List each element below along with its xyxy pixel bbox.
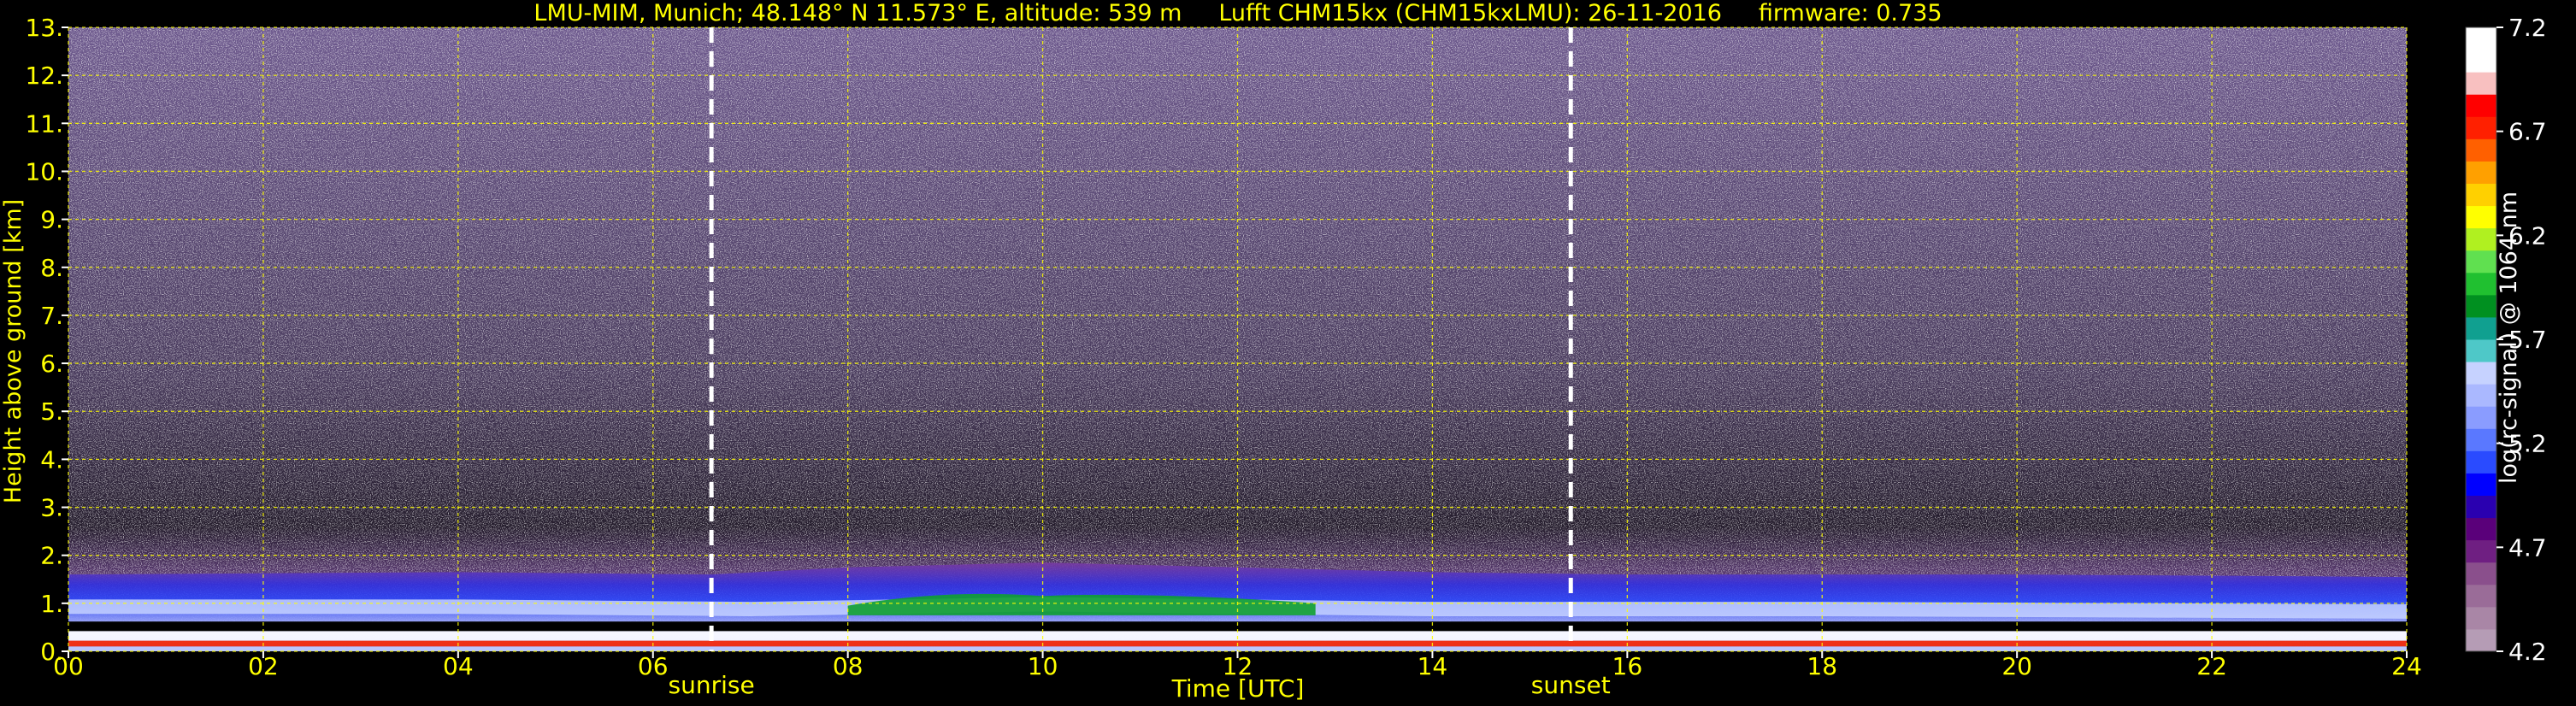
colorbar-segment <box>2466 628 2496 652</box>
y-axis-ticks: 0. 1. 2. 3. 4. 5. 6. 7. 8. 9. 10. 11. 12. 13. <box>25 14 68 666</box>
colorbar-segment <box>2466 205 2496 229</box>
y-tick-label: 13. <box>25 14 63 42</box>
x-tick-label: 14 <box>1418 652 1448 680</box>
x-tick-label: 16 <box>1612 652 1643 680</box>
x-tick-label: 06 <box>638 652 669 680</box>
y-axis-label: Height above ground [km] <box>0 199 27 503</box>
colorbar-label: log(rc-signal) @ 1064 nm <box>2496 191 2522 484</box>
y-tick-label: 12. <box>25 62 63 90</box>
colorbar-segment <box>2466 584 2496 608</box>
x-tick-label: 04 <box>443 652 474 680</box>
colorbar-segment <box>2466 606 2496 630</box>
colorbar-segment <box>2466 27 2496 50</box>
y-tick-label: 10. <box>25 157 63 185</box>
y-tick-label: 0. <box>40 638 63 666</box>
marker-sunset-label: sunset <box>1531 671 1611 699</box>
colorbar-tick-label: 6.7 <box>2508 118 2547 146</box>
plot-area: sunrise sunset <box>68 26 2408 699</box>
y-tick-label: 6. <box>40 350 63 378</box>
colorbar-segment <box>2466 339 2496 362</box>
colorbar-segment <box>2466 406 2496 429</box>
colorbar-tick-label: 7.2 <box>2508 14 2547 42</box>
y-tick-label: 8. <box>40 254 63 282</box>
colorbar-tick-label: 4.7 <box>2508 533 2547 562</box>
colorbar-segment <box>2466 294 2496 318</box>
x-axis-label: Time [UTC] <box>1171 674 1305 703</box>
colorbar-segment <box>2466 562 2496 585</box>
colorbar-segment <box>2466 50 2496 73</box>
x-tick-label: 18 <box>1807 652 1837 680</box>
y-tick-label: 7. <box>40 302 63 330</box>
x-tick-label: 02 <box>248 652 279 680</box>
y-tick-label: 3. <box>40 494 63 522</box>
colorbar-segment <box>2466 72 2496 95</box>
colorbar-segment <box>2466 161 2496 184</box>
y-tick-label: 4. <box>40 445 63 474</box>
colorbar-segment <box>2466 183 2496 207</box>
colorbar-segment <box>2466 428 2496 451</box>
marker-sunrise-label: sunrise <box>669 671 755 699</box>
y-tick-label: 5. <box>40 397 63 426</box>
colorbar-segment <box>2466 517 2496 541</box>
colorbar-segment <box>2466 362 2496 385</box>
ceilometer-chart: sunrise sunset 00 02 04 06 08 10 12 14 16 18 20 22 24… <box>0 0 2547 703</box>
colorbar-segment <box>2466 250 2496 274</box>
colorbar-segment <box>2466 539 2496 563</box>
colorbar-segment <box>2466 227 2496 251</box>
chart-title: LMU-MIM, Munich; 48.148° N 11.573° E, al… <box>533 0 1942 26</box>
colorbar-tick-label: 4.2 <box>2508 638 2547 666</box>
colorbar-segment <box>2466 384 2496 407</box>
colorbar-segment <box>2466 116 2496 139</box>
colorbar-segment <box>2466 138 2496 162</box>
x-tick-label: 10 <box>1028 652 1058 680</box>
y-tick-label: 1. <box>40 590 63 618</box>
colorbar-segment <box>2466 94 2496 117</box>
x-tick-label: 20 <box>2001 652 2032 680</box>
colorbar-segment <box>2466 473 2496 496</box>
x-tick-label: 24 <box>2391 652 2422 680</box>
y-tick-label: 11. <box>25 109 63 138</box>
colorbar-segment <box>2466 450 2496 474</box>
colorbar-segment <box>2466 316 2496 340</box>
y-tick-label: 2. <box>40 542 63 570</box>
colorbar-segment <box>2466 272 2496 296</box>
noise-texture <box>68 27 2407 651</box>
colorbar-segment <box>2466 495 2496 519</box>
x-tick-label: 22 <box>2196 652 2227 680</box>
y-tick-label: 9. <box>40 206 63 234</box>
x-tick-label: 08 <box>833 652 864 680</box>
